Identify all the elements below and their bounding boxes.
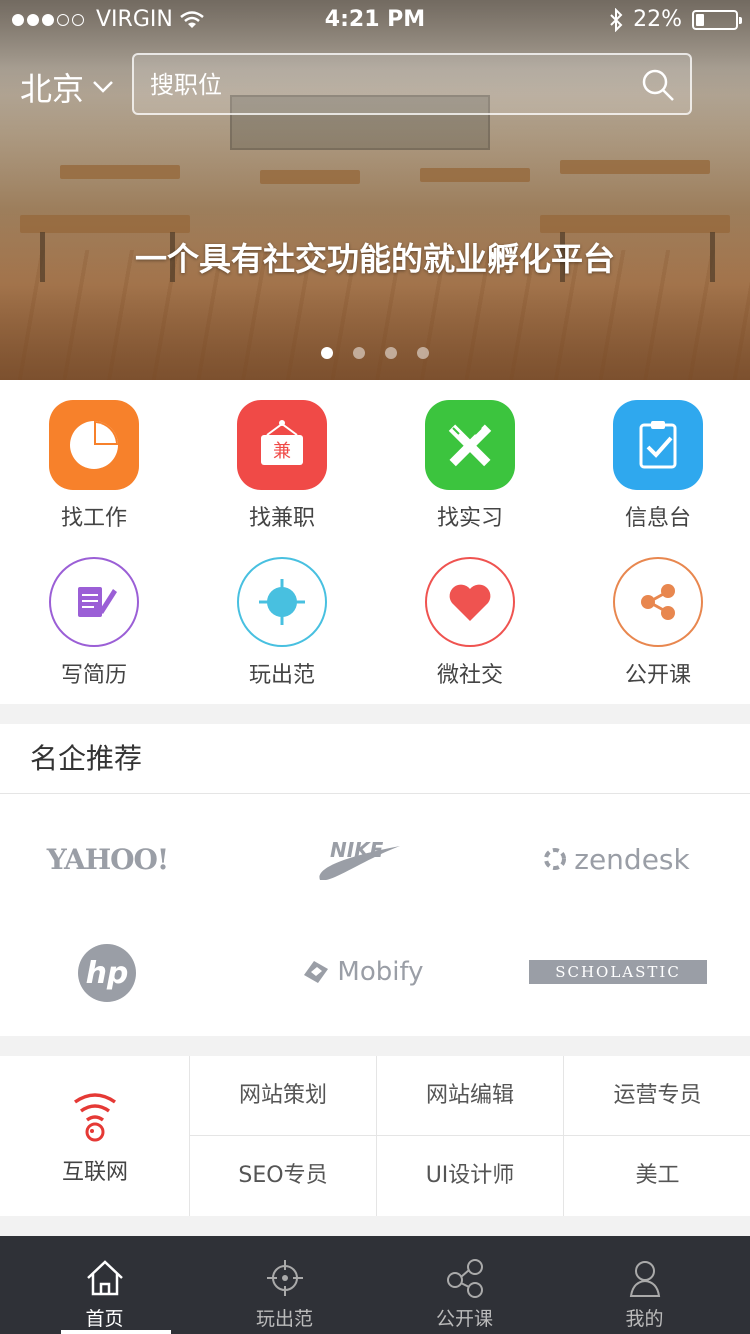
pager-dot[interactable] — [417, 347, 429, 359]
part-time-sign-icon: 兼 — [237, 400, 327, 490]
tab-bar: 首页 玩出范 公开课 我的 — [0, 1236, 750, 1334]
banner-pager[interactable] — [0, 347, 750, 359]
city-selector[interactable]: 北京 — [20, 64, 114, 110]
grid-label: 公开课 — [624, 663, 691, 688]
category-label: 互联网 — [61, 1160, 128, 1185]
share-nodes-icon — [613, 557, 703, 647]
company-logo-zendesk[interactable]: zendesk — [530, 836, 700, 882]
tab-open-course[interactable]: 公开课 — [371, 1236, 558, 1334]
target-icon — [267, 1260, 303, 1296]
banner-desk — [540, 215, 730, 233]
banner-slogan: 一个具有社交功能的就业孵化平台 — [134, 240, 615, 278]
tab-label: 首页 — [85, 1308, 124, 1330]
grid-label: 信息台 — [624, 506, 691, 531]
tab-play[interactable]: 玩出范 — [191, 1236, 378, 1334]
banner[interactable]: VIRGIN 4:21 PM 22% 北京 一个具有社交功能的就业孵 — [0, 0, 750, 380]
category-internet[interactable]: 互联网 — [0, 1056, 190, 1216]
grid-label: 找兼职 — [248, 506, 315, 531]
clipboard-check-icon — [613, 400, 703, 490]
tab-home[interactable]: 首页 — [11, 1236, 198, 1334]
battery-icon — [692, 9, 742, 30]
grid-item-resume[interactable]: 写简历 — [0, 557, 188, 689]
job-tag[interactable]: SEO专员 — [190, 1136, 377, 1216]
status-right: 22% — [609, 7, 742, 32]
tab-me[interactable]: 我的 — [551, 1236, 738, 1334]
mobify-mark-icon — [304, 961, 329, 983]
grid-label: 写简历 — [60, 663, 127, 688]
pager-dot[interactable] — [353, 347, 365, 359]
company-logo-yahoo[interactable]: YAHOO! — [30, 834, 185, 884]
grid-label: 找实习 — [436, 506, 503, 531]
pager-dot[interactable] — [321, 347, 333, 359]
feature-grid: 找工作 兼 找兼职 找实习 信息台 写简历 玩出范 微社交 公开课 — [0, 380, 750, 704]
pie-chart-icon — [49, 400, 139, 490]
search-icon[interactable] — [640, 67, 676, 103]
grid-item-part-time[interactable]: 兼 找兼职 — [188, 400, 376, 532]
job-tag[interactable]: UI设计师 — [377, 1136, 564, 1216]
search-box[interactable] — [132, 53, 692, 115]
job-tag[interactable]: 网站策划 — [190, 1056, 377, 1136]
grid-label: 玩出范 — [248, 663, 315, 688]
chevron-down-icon — [93, 81, 113, 93]
target-icon — [237, 557, 327, 647]
tab-label: 我的 — [625, 1308, 664, 1330]
job-tag[interactable]: 运营专员 — [564, 1056, 750, 1136]
job-tag[interactable]: 美工 — [564, 1136, 750, 1216]
featured-companies: 名企推荐 YAHOO! NIKE zendesk hp Mobify SCHOL… — [0, 724, 750, 1036]
signal-icon — [73, 1093, 117, 1142]
share-nodes-icon — [447, 1259, 483, 1298]
banner-desk — [20, 215, 190, 233]
active-tab-indicator — [61, 1330, 171, 1334]
company-logo-nike[interactable]: NIKE — [300, 832, 420, 888]
battery-percent: 22% — [633, 7, 682, 32]
job-tag[interactable]: 网站编辑 — [377, 1056, 564, 1136]
grid-item-social[interactable]: 微社交 — [376, 557, 564, 689]
grid-label: 微社交 — [436, 663, 503, 688]
banner-desk — [560, 160, 710, 174]
grid-item-open-course[interactable]: 公开课 — [564, 557, 750, 689]
company-logo-mobify[interactable]: Mobify — [295, 949, 430, 995]
grid-item-internship[interactable]: 找实习 — [376, 400, 564, 532]
zendesk-mark-icon — [544, 848, 567, 870]
pager-dot[interactable] — [385, 347, 397, 359]
grid-label: 找工作 — [60, 506, 127, 531]
grid-item-play[interactable]: 玩出范 — [188, 557, 376, 689]
banner-desk — [260, 170, 360, 184]
grid-item-find-job[interactable]: 找工作 — [0, 400, 188, 532]
status-bar: VIRGIN 4:21 PM 22% — [0, 0, 750, 40]
home-icon — [87, 1260, 123, 1296]
bluetooth-icon — [610, 7, 623, 32]
user-icon — [629, 1261, 661, 1297]
banner-desk — [60, 165, 180, 179]
company-logo-hp[interactable]: hp — [78, 944, 136, 1002]
resume-edit-icon — [49, 557, 139, 647]
battery-level — [696, 13, 704, 26]
search-input[interactable] — [150, 65, 620, 105]
tab-label: 公开课 — [435, 1308, 493, 1330]
section-title: 名企推荐 — [0, 724, 750, 794]
svg-text:兼: 兼 — [273, 441, 291, 462]
grid-item-info-board[interactable]: 信息台 — [564, 400, 750, 532]
heart-icon — [425, 557, 515, 647]
tab-label: 玩出范 — [255, 1308, 313, 1330]
city-label: 北京 — [20, 70, 85, 108]
company-logo-scholastic[interactable]: SCHOLASTIC — [529, 960, 707, 984]
job-category-panel: 互联网 网站策划 网站编辑 运营专员 SEO专员 UI设计师 美工 — [0, 1056, 750, 1216]
banner-desk — [420, 168, 530, 182]
ruler-pencil-icon — [425, 400, 515, 490]
